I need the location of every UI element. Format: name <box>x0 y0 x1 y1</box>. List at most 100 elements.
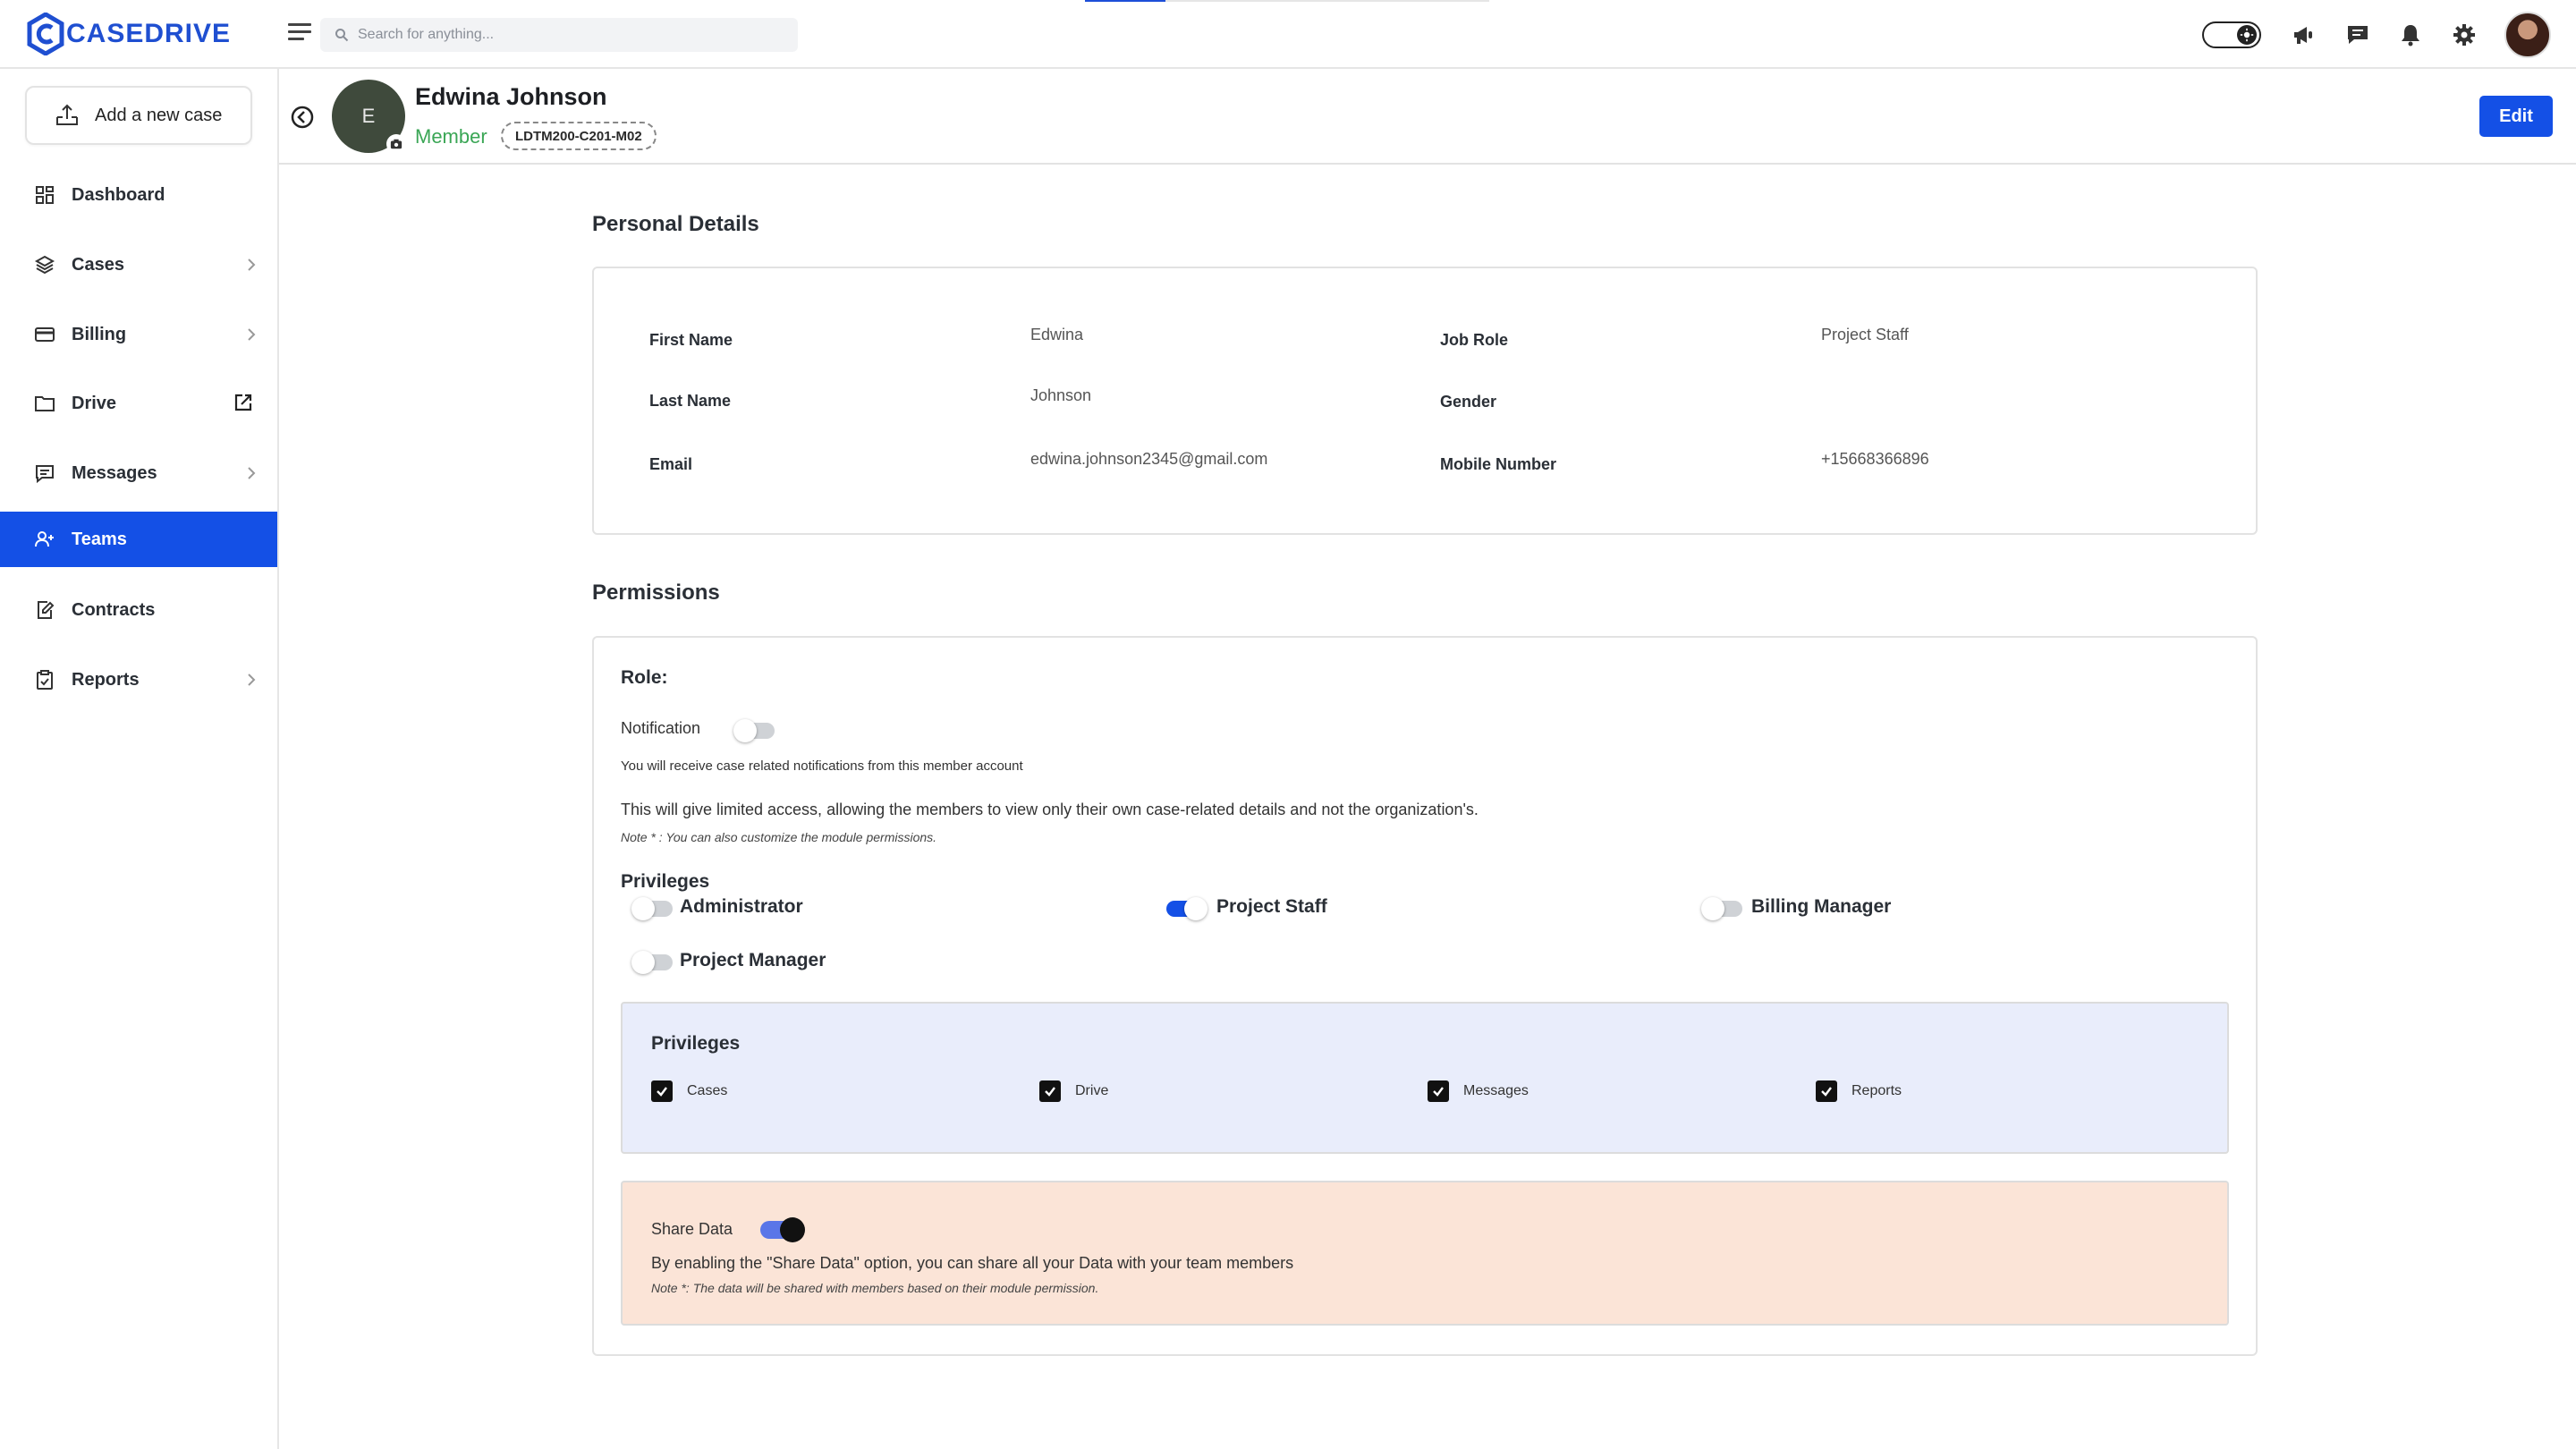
permissions-title: Permissions <box>592 580 720 605</box>
camera-icon[interactable] <box>386 134 406 154</box>
app-name: CASEDRIVE <box>66 19 232 48</box>
sidebar-item-label: Cases <box>72 254 124 275</box>
project-manager-toggle[interactable] <box>631 951 673 974</box>
folder-icon <box>35 396 55 411</box>
checkmark-icon <box>1039 1080 1061 1102</box>
sidebar-item-reports[interactable]: Reports <box>0 652 277 708</box>
project-manager-label: Project Manager <box>680 950 826 970</box>
project-staff-label: Project Staff <box>1216 896 1327 917</box>
job-role-value: Project Staff <box>1821 326 1909 343</box>
chevron-right-icon <box>248 258 256 271</box>
dashboard-icon <box>36 186 54 204</box>
sidebar: Add a new case Dashboard Cases Billing D… <box>0 69 279 1449</box>
share-data-label: Share Data <box>651 1220 733 1238</box>
cases-checkbox-label: Cases <box>687 1083 728 1098</box>
sidebar-item-label: Teams <box>72 529 127 549</box>
sidebar-item-label: Drive <box>72 393 117 413</box>
chevron-right-icon <box>248 328 256 341</box>
checkmark-icon <box>1816 1080 1837 1102</box>
personal-details-title: Personal Details <box>592 212 759 236</box>
sidebar-item-drive[interactable]: Drive <box>0 376 277 431</box>
layers-icon <box>34 255 55 275</box>
member-code-badge: LDTM200-C201-M02 <box>501 122 657 150</box>
messages-checkbox[interactable]: Messages <box>1428 1080 1529 1102</box>
administrator-toggle[interactable] <box>631 897 673 920</box>
sidebar-item-messages[interactable]: Messages <box>0 445 277 501</box>
personal-details-card: First Name Edwina Last Name Johnson Emai… <box>592 267 2258 535</box>
chat-icon[interactable] <box>2343 20 2373 50</box>
customize-note: Note * : You can also customize the modu… <box>621 830 937 844</box>
search-icon <box>335 29 349 42</box>
bell-icon[interactable] <box>2395 20 2426 50</box>
top-header: CASEDRIVE <box>0 0 2576 69</box>
job-role-label: Job Role <box>1440 331 1509 349</box>
user-avatar[interactable] <box>2504 12 2551 58</box>
search-input[interactable] <box>358 27 778 43</box>
sidebar-item-billing[interactable]: Billing <box>0 307 277 362</box>
project-staff-toggle[interactable] <box>1166 897 1208 920</box>
last-name-label: Last Name <box>649 392 732 410</box>
checkmark-icon <box>1428 1080 1449 1102</box>
sidebar-item-teams[interactable]: Teams <box>0 512 277 567</box>
billing-manager-toggle[interactable] <box>1701 897 1742 920</box>
contract-icon <box>38 601 55 619</box>
reports-checkbox-label: Reports <box>1852 1083 1902 1098</box>
checkmark-icon <box>651 1080 673 1102</box>
edit-button[interactable]: Edit <box>2479 96 2553 137</box>
email-label: Email <box>649 455 693 473</box>
email-value: edwina.johnson2345@gmail.com <box>1030 450 1268 468</box>
drive-checkbox[interactable]: Drive <box>1039 1080 1108 1102</box>
upload-tray-icon <box>56 104 78 125</box>
casedrive-logo-icon <box>27 13 64 55</box>
add-new-case-button[interactable]: Add a new case <box>25 86 252 145</box>
theme-toggle[interactable] <box>2202 21 2261 48</box>
notification-label: Notification <box>621 719 701 737</box>
module-privileges-panel: Privileges Cases Drive Messages Reports <box>621 1002 2229 1154</box>
notification-help-text: You will receive case related notificati… <box>621 758 1023 774</box>
member-role: Member <box>415 125 487 148</box>
share-data-note: Note *: The data will be shared with mem… <box>651 1281 1099 1295</box>
chevron-right-icon <box>248 674 256 686</box>
sidebar-item-dashboard[interactable]: Dashboard <box>0 167 277 223</box>
administrator-label: Administrator <box>680 896 803 917</box>
drive-checkbox-label: Drive <box>1075 1083 1109 1098</box>
sidebar-item-label: Dashboard <box>72 184 165 205</box>
share-data-toggle[interactable] <box>760 1217 805 1242</box>
gear-icon[interactable] <box>2449 20 2479 50</box>
notification-toggle[interactable] <box>733 719 775 742</box>
message-icon <box>36 465 54 484</box>
add-new-case-label: Add a new case <box>95 105 223 125</box>
back-arrow-icon[interactable] <box>290 105 315 130</box>
member-profile-header: E Edwina Johnson Member LDTM200-C201-M02… <box>279 69 2576 165</box>
sidebar-item-contracts[interactable]: Contracts <box>0 582 277 638</box>
first-name-label: First Name <box>649 331 733 349</box>
billing-manager-label: Billing Manager <box>1751 896 1892 917</box>
last-name-value: Johnson <box>1030 386 1092 404</box>
share-data-description: By enabling the "Share Data" option, you… <box>651 1254 1294 1272</box>
role-label: Role: <box>621 667 668 688</box>
sun-icon <box>2237 25 2257 45</box>
module-privileges-title: Privileges <box>651 1033 741 1054</box>
report-icon <box>37 670 53 690</box>
megaphone-icon[interactable] <box>2288 20 2318 50</box>
member-initial: E <box>361 105 376 127</box>
privileges-title: Privileges <box>621 871 710 892</box>
sidebar-item-label: Reports <box>72 669 140 690</box>
mobile-label: Mobile Number <box>1440 455 1557 473</box>
search-bar <box>320 18 798 52</box>
gender-label: Gender <box>1440 393 1497 411</box>
share-data-panel: Share Data By enabling the "Share Data" … <box>621 1181 2229 1326</box>
sidebar-item-cases[interactable]: Cases <box>0 237 277 292</box>
page-load-progress <box>1085 0 1489 2</box>
app-logo[interactable]: CASEDRIVE <box>27 12 231 56</box>
sidebar-item-label: Billing <box>72 324 127 344</box>
reports-checkbox[interactable]: Reports <box>1816 1080 1902 1102</box>
first-name-value: Edwina <box>1030 326 1084 343</box>
credit-card-icon <box>35 327 55 342</box>
cases-checkbox[interactable]: Cases <box>651 1080 727 1102</box>
external-link-icon[interactable] <box>233 392 254 413</box>
menu-toggle-icon[interactable] <box>288 23 311 47</box>
access-description: This will give limited access, allowing … <box>621 801 1479 818</box>
member-name: Edwina Johnson <box>415 83 607 110</box>
team-icon <box>35 531 54 547</box>
